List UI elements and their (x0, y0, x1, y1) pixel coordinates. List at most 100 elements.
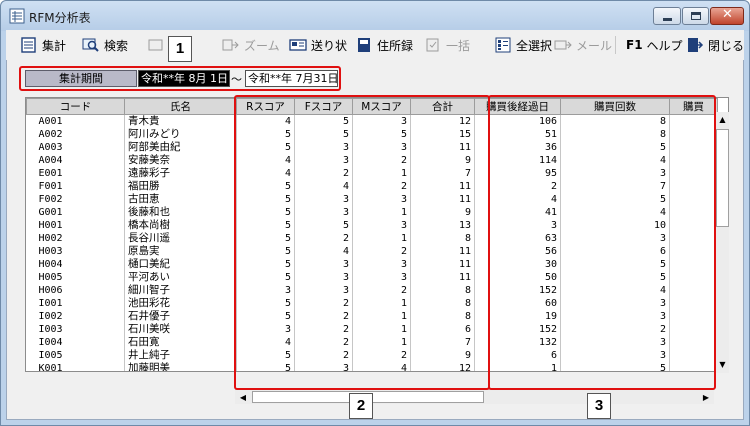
horizontal-scrollbar[interactable]: ◀ ▶ (235, 389, 714, 404)
close-window-button[interactable]: ✕ (710, 7, 744, 25)
cell-code: H005 (26, 271, 125, 284)
period-to-field[interactable]: 令和**年 7月31日 (245, 70, 339, 87)
batch-label: 一括 (446, 38, 471, 53)
maximize-icon (691, 12, 701, 20)
send-icon (289, 39, 307, 51)
mail-button[interactable]: メール (554, 35, 612, 55)
total-label: 集計 (42, 38, 67, 53)
cell-code: G001 (26, 206, 125, 219)
cell-name: 井上純子 (124, 349, 237, 362)
close-button[interactable]: 閉じる (686, 35, 744, 55)
cell-name: 阿川みどり (124, 128, 237, 141)
cell-name: 樋口美紀 (124, 258, 237, 271)
address-book-button[interactable]: 住所録 (355, 35, 413, 55)
search-label: 検索 (104, 38, 129, 53)
zoom-aux-button[interactable] (147, 35, 165, 55)
callout-1: 1 (168, 36, 192, 62)
close-book-icon (688, 38, 704, 52)
cell-name: 青木貴 (124, 114, 237, 128)
vertical-scrollbar[interactable]: ▲ ▼ (714, 112, 729, 373)
period-label: 集計期間 (25, 70, 137, 87)
scroll-right-icon[interactable]: ▶ (698, 390, 714, 405)
scroll-left-icon[interactable]: ◀ (235, 390, 251, 405)
help-label: ヘルプ (646, 38, 683, 53)
period-from-field[interactable]: 令和**年 8月 1日 (138, 70, 230, 87)
cell-code: A003 (26, 141, 125, 154)
cell-code: I001 (26, 297, 125, 310)
callout-3: 3 (587, 393, 611, 419)
cell-name: 石川美咲 (124, 323, 237, 336)
zoom-label: ズーム (244, 38, 280, 53)
minimize-icon (663, 18, 672, 21)
cell-name: 後藤和也 (124, 206, 237, 219)
send-button[interactable]: 送り状 (289, 35, 347, 55)
app-icon (9, 8, 25, 24)
select-all-icon (495, 37, 511, 53)
scroll-down-icon[interactable]: ▼ (715, 357, 730, 373)
toolbar-separator (615, 36, 616, 54)
cell-code: H003 (26, 245, 125, 258)
toolbar: 集計 検索 ズーム 送り状 住所録 一括 全選択 メール F1 ヘルプ 閉じる (6, 30, 744, 60)
mail-label: メール (576, 38, 613, 53)
period-separator: 〜 (231, 73, 242, 86)
address-book-label: 住所録 (377, 38, 414, 53)
cell-code: A001 (26, 114, 125, 128)
cell-code: A002 (26, 128, 125, 141)
cell-code: H002 (26, 232, 125, 245)
total-button[interactable]: 集計 (20, 35, 66, 55)
mail-icon (554, 40, 572, 50)
cell-name: 阿部美由紀 (124, 141, 237, 154)
total-icon (21, 37, 36, 53)
cell-code: H004 (26, 258, 125, 271)
cell-code: I005 (26, 349, 125, 362)
header-name[interactable]: 氏名 (124, 98, 237, 115)
cell-name: 橋本尚樹 (124, 219, 237, 232)
search-icon (82, 38, 99, 52)
minimize-button[interactable] (653, 7, 681, 25)
search-button[interactable]: 検索 (82, 35, 128, 55)
cell-name: 原島実 (124, 245, 237, 258)
close-icon: ✕ (722, 7, 733, 22)
cell-name: 加藤明美 (124, 362, 237, 371)
cell-name: 石田寛 (124, 336, 237, 349)
zoom-button[interactable]: ズーム (222, 35, 280, 55)
zoom-icon (222, 39, 239, 51)
cell-name: 遠藤彩子 (124, 167, 237, 180)
cell-name: 安藤美奈 (124, 154, 237, 167)
header-code[interactable]: コード (26, 98, 125, 115)
close-label: 閉じる (708, 38, 745, 53)
zoom-aux-icon (148, 39, 163, 51)
cell-name: 平河あい (124, 271, 237, 284)
help-button[interactable]: F1 ヘルプ (626, 35, 683, 55)
scroll-up-icon[interactable]: ▲ (715, 112, 730, 128)
address-book-icon (358, 38, 370, 52)
cell-code: K001 (26, 362, 125, 371)
batch-icon (426, 38, 439, 52)
cell-code: I004 (26, 336, 125, 349)
cell-name: 古田恵 (124, 193, 237, 206)
cell-name: 長谷川遥 (124, 232, 237, 245)
cell-name: 細川智子 (124, 284, 237, 297)
window-title: RFM分析表 (29, 11, 91, 25)
callout-2: 2 (349, 393, 373, 419)
batch-button[interactable]: 一括 (424, 35, 470, 55)
rfm-score-highlight-frame (234, 95, 490, 390)
vertical-scroll-thumb[interactable] (716, 129, 729, 227)
maximize-button[interactable] (682, 7, 709, 25)
cell-code: F001 (26, 180, 125, 193)
send-label: 送り状 (311, 38, 348, 53)
cell-code: E001 (26, 167, 125, 180)
select-all-label: 全選択 (516, 38, 553, 53)
title-bar: RFM分析表 ✕ (1, 1, 749, 31)
cell-name: 福田勝 (124, 180, 237, 193)
cell-code: F002 (26, 193, 125, 206)
cell-name: 池田彩花 (124, 297, 237, 310)
cell-code: H001 (26, 219, 125, 232)
cell-code: I002 (26, 310, 125, 323)
cell-code: H006 (26, 284, 125, 297)
cell-code: A004 (26, 154, 125, 167)
purchase-history-highlight-frame (488, 95, 716, 390)
cell-name: 石井優子 (124, 310, 237, 323)
help-key: F1 (626, 38, 643, 52)
select-all-button[interactable]: 全選択 (494, 35, 552, 55)
